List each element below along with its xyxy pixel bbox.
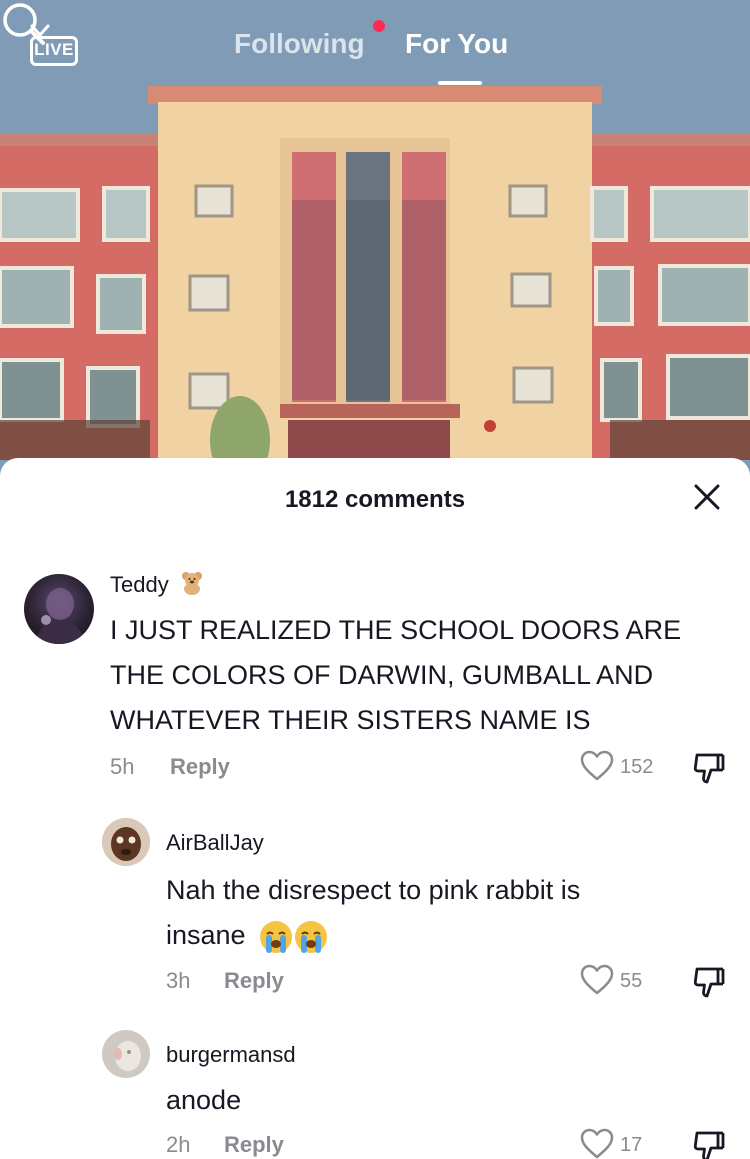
comment-username[interactable]: Teddy (110, 572, 205, 598)
teddy-bear-emoji-icon (181, 572, 202, 596)
active-tab-indicator (438, 81, 482, 85)
comment-time: 5h (110, 754, 135, 779)
reply-button[interactable]: Reply (224, 1132, 284, 1158)
avatar-image (102, 1030, 150, 1078)
avatar-image (102, 818, 150, 866)
tab-following[interactable]: Following (234, 28, 365, 60)
heart-icon[interactable] (580, 750, 614, 782)
comment-username[interactable]: burgermansd (166, 1042, 296, 1068)
reply-button[interactable]: Reply (170, 754, 230, 780)
comment-text: Nah the disrespect to pink rabbit is ins… (166, 868, 666, 958)
like-count: 55 (620, 970, 643, 992)
comments-count-title: 1812 comments (284, 486, 466, 513)
notification-dot (373, 20, 385, 32)
comment-time: 3h (166, 968, 191, 993)
comment-text: anode (166, 1085, 242, 1115)
reply-button[interactable]: Reply (224, 968, 284, 994)
heart-icon[interactable] (580, 1128, 614, 1159)
top-nav: LIVE Following For You (0, 0, 750, 100)
dislike-icon[interactable] (692, 1130, 726, 1159)
search-icon[interactable] (0, 0, 48, 48)
heart-icon[interactable] (580, 964, 614, 996)
comment-username[interactable]: AirBallJay (166, 830, 264, 856)
username-text: Teddy (110, 572, 169, 597)
comment-time: 2h (166, 1132, 191, 1157)
dislike-icon[interactable] (692, 752, 726, 786)
close-icon[interactable] (690, 480, 724, 514)
video-frame[interactable]: LIVE Following For You (0, 0, 750, 480)
tab-for-you[interactable]: For You (405, 28, 508, 60)
like-count: 152 (620, 756, 654, 778)
loudly-crying-face-emoji-icon (260, 920, 328, 953)
dislike-icon[interactable] (692, 966, 726, 1000)
avatar[interactable] (24, 574, 94, 644)
like-count: 17 (620, 1134, 643, 1156)
comment-text-content: Nah the disrespect to pink rabbit is ins… (166, 875, 581, 950)
avatar-image (34, 588, 86, 644)
avatar[interactable] (102, 818, 150, 866)
comments-sheet: 1812 comments Teddy I JUST REALIZED THE … (0, 458, 750, 1159)
comment-text: I JUST REALIZED THE SCHOOL DOORS ARE THE… (110, 615, 682, 735)
avatar[interactable] (102, 1030, 150, 1078)
